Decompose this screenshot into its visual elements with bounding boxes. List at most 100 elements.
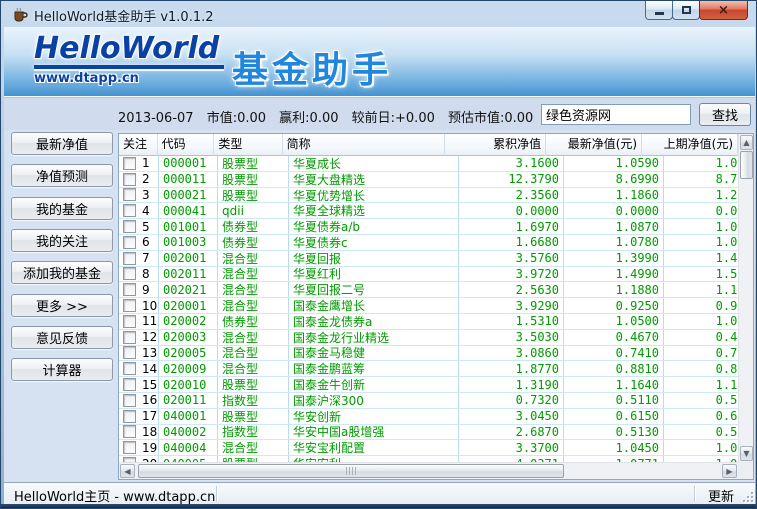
header-banner: HelloWorld www.dtapp.cn 基金助手	[4, 27, 755, 97]
row-number: 6	[142, 235, 150, 249]
accumulated-nav-cell: 3.0860	[459, 346, 564, 361]
app-window: HelloWorld基金助手 v1.0.1.2 × HelloWorld www…	[0, 0, 757, 509]
sidebar-button-latest-nav[interactable]: 最新净值	[11, 132, 113, 155]
table-row[interactable]: 9002021混合型华夏回报二号2.56301.18801.1990	[119, 282, 738, 298]
watch-checkbox[interactable]	[123, 173, 136, 186]
sidebar-button-my-funds[interactable]: 我的基金	[11, 197, 113, 220]
row-number: 4	[142, 204, 150, 218]
scroll-up-button[interactable]: ▲	[740, 135, 753, 150]
watch-checkbox[interactable]	[123, 236, 136, 249]
type-cell: 混合型	[218, 298, 289, 313]
resize-grip-icon[interactable]	[741, 490, 753, 502]
sidebar-button-my-watchlist[interactable]: 我的关注	[11, 229, 113, 252]
table-row[interactable]: 4000041qdii华夏全球精选0.00000.00000.0000	[119, 203, 738, 219]
vertical-scroll-thumb[interactable]	[740, 151, 753, 179]
table-row[interactable]: 3000021股票型华夏优势增长2.35601.18601.2020	[119, 188, 738, 204]
watch-checkbox[interactable]	[123, 331, 136, 344]
column-header-latest-nav[interactable]: 最新净值(元)	[546, 134, 642, 156]
column-header-previous-nav[interactable]: 上期净值(元)	[642, 134, 738, 156]
previous-nav-cell: 1.0790	[664, 235, 738, 250]
watch-checkbox[interactable]	[123, 157, 136, 170]
table-row[interactable]: 19040004混合型华安宝利配置3.37001.04501.0540	[119, 440, 738, 456]
watch-checkbox[interactable]	[123, 188, 136, 201]
name-cell: 华夏优势增长	[289, 188, 459, 203]
latest-nav-cell: 1.1640	[564, 377, 664, 392]
table-row[interactable]: 11020002债券型国泰金龙债券a1.53101.05001.0540	[119, 314, 738, 330]
watch-checkbox[interactable]	[123, 441, 136, 454]
row-number: 13	[142, 346, 157, 360]
code-cell: 020009	[159, 361, 218, 376]
column-header-code[interactable]: 代码	[158, 134, 215, 156]
scroll-down-button[interactable]: ▼	[740, 446, 753, 461]
maximize-button[interactable]	[672, 1, 700, 20]
table-row[interactable]: 8002011混合型华夏红利3.97201.49901.5130	[119, 267, 738, 283]
horizontal-scrollbar[interactable]: ◀ ▶	[119, 462, 738, 479]
watch-checkbox[interactable]	[123, 378, 136, 391]
table-row[interactable]: 6001003债券型华夏债券c1.66801.07801.0790	[119, 235, 738, 251]
table-row[interactable]: 5001001债券型华夏债券a/b1.69701.08701.0880	[119, 219, 738, 235]
search-button[interactable]: 查找	[699, 103, 751, 126]
update-link[interactable]: 更新	[708, 486, 734, 505]
table-row[interactable]: 7002001混合型华夏回报3.57601.39901.4130	[119, 251, 738, 267]
scrollbar-corner	[738, 462, 753, 479]
table-row[interactable]: 15020010股票型国泰金牛创新1.31901.16401.1760	[119, 377, 738, 393]
close-button[interactable]: ×	[699, 1, 748, 20]
table-row[interactable]: 13020005混合型国泰金马稳健3.08600.74100.7540	[119, 346, 738, 362]
latest-nav-cell: 0.5110	[564, 393, 664, 408]
watch-checkbox[interactable]	[123, 220, 136, 233]
sidebar-button-nav-forecast[interactable]: 净值预测	[11, 164, 113, 187]
watch-checkbox[interactable]	[123, 267, 136, 280]
sidebar-button-add-my-fund[interactable]: 添加我的基金	[11, 261, 113, 284]
watch-checkbox[interactable]	[123, 394, 136, 407]
table-header: 关注代码类型简称累积净值最新净值(元)上期净值(元)	[119, 134, 738, 156]
column-header-name[interactable]: 简称	[283, 134, 446, 156]
scroll-right-button[interactable]: ▶	[722, 464, 737, 478]
title-bar[interactable]: HelloWorld基金助手 v1.0.1.2 ×	[1, 1, 756, 27]
name-cell: 国泰金马稳健	[289, 346, 459, 361]
watch-checkbox[interactable]	[123, 410, 136, 423]
row-number: 9	[142, 283, 150, 297]
table-row[interactable]: 18040002指数型华安中国a股增强2.68700.51300.5230	[119, 425, 738, 441]
watch-checkbox[interactable]	[123, 425, 136, 438]
search-input[interactable]	[541, 104, 691, 125]
name-cell: 国泰金鹰增长	[289, 298, 459, 313]
name-cell: 华夏成长	[289, 156, 459, 171]
minimize-button[interactable]	[645, 1, 673, 20]
accumulated-nav-cell: 2.3560	[459, 188, 564, 203]
column-header-watch[interactable]: 关注	[119, 134, 158, 156]
watch-checkbox[interactable]	[123, 204, 136, 217]
table-row[interactable]: 1000001股票型华夏成长3.16001.05901.0710	[119, 156, 738, 172]
accumulated-nav-cell: 1.6970	[459, 219, 564, 234]
type-cell: 指数型	[218, 393, 289, 408]
table-row[interactable]: 10020001混合型国泰金鹰增长3.92900.92500.9330	[119, 298, 738, 314]
watch-checkbox[interactable]	[123, 346, 136, 359]
horizontal-scroll-thumb[interactable]	[138, 464, 564, 478]
latest-nav-cell: 0.7410	[564, 346, 664, 361]
column-header-type[interactable]: 类型	[214, 134, 282, 156]
sidebar-button-feedback[interactable]: 意见反馈	[11, 326, 113, 349]
table-row[interactable]: 16020011指数型国泰沪深3000.73200.51100.5160	[119, 393, 738, 409]
vertical-scrollbar[interactable]: ▲ ▼	[738, 134, 753, 462]
row-number: 16	[142, 393, 157, 407]
watch-cell: 19	[119, 440, 159, 455]
sidebar-button-calculator[interactable]: 计算器	[11, 358, 113, 381]
latest-nav-cell: 1.1860	[564, 188, 664, 203]
sidebar-button-more[interactable]: 更多 >>	[11, 294, 113, 317]
watch-checkbox[interactable]	[123, 299, 136, 312]
watch-checkbox[interactable]	[123, 252, 136, 265]
table-row[interactable]: 17040001股票型华安创新3.04500.61500.6230	[119, 409, 738, 425]
watch-cell: 12	[119, 330, 159, 345]
table-row[interactable]: 12020003混合型国泰金龙行业精选3.50300.46700.4720	[119, 330, 738, 346]
watch-checkbox[interactable]	[123, 315, 136, 328]
column-header-accumulated-nav[interactable]: 累积净值	[445, 134, 546, 156]
watch-cell: 11	[119, 314, 159, 329]
scroll-left-button[interactable]: ◀	[120, 464, 135, 478]
fund-table: 关注代码类型简称累积净值最新净值(元)上期净值(元) 1000001股票型华夏成…	[118, 133, 754, 480]
type-cell: 债券型	[218, 314, 289, 329]
watch-checkbox[interactable]	[123, 362, 136, 375]
table-row[interactable]: 2000011股票型华夏大盘精选12.37908.69908.7860	[119, 172, 738, 188]
watch-cell: 5	[119, 219, 159, 234]
code-cell: 020011	[159, 393, 218, 408]
table-row[interactable]: 14020009混合型国泰金鹏蓝筹1.87700.88100.8920	[119, 361, 738, 377]
watch-checkbox[interactable]	[123, 283, 136, 296]
